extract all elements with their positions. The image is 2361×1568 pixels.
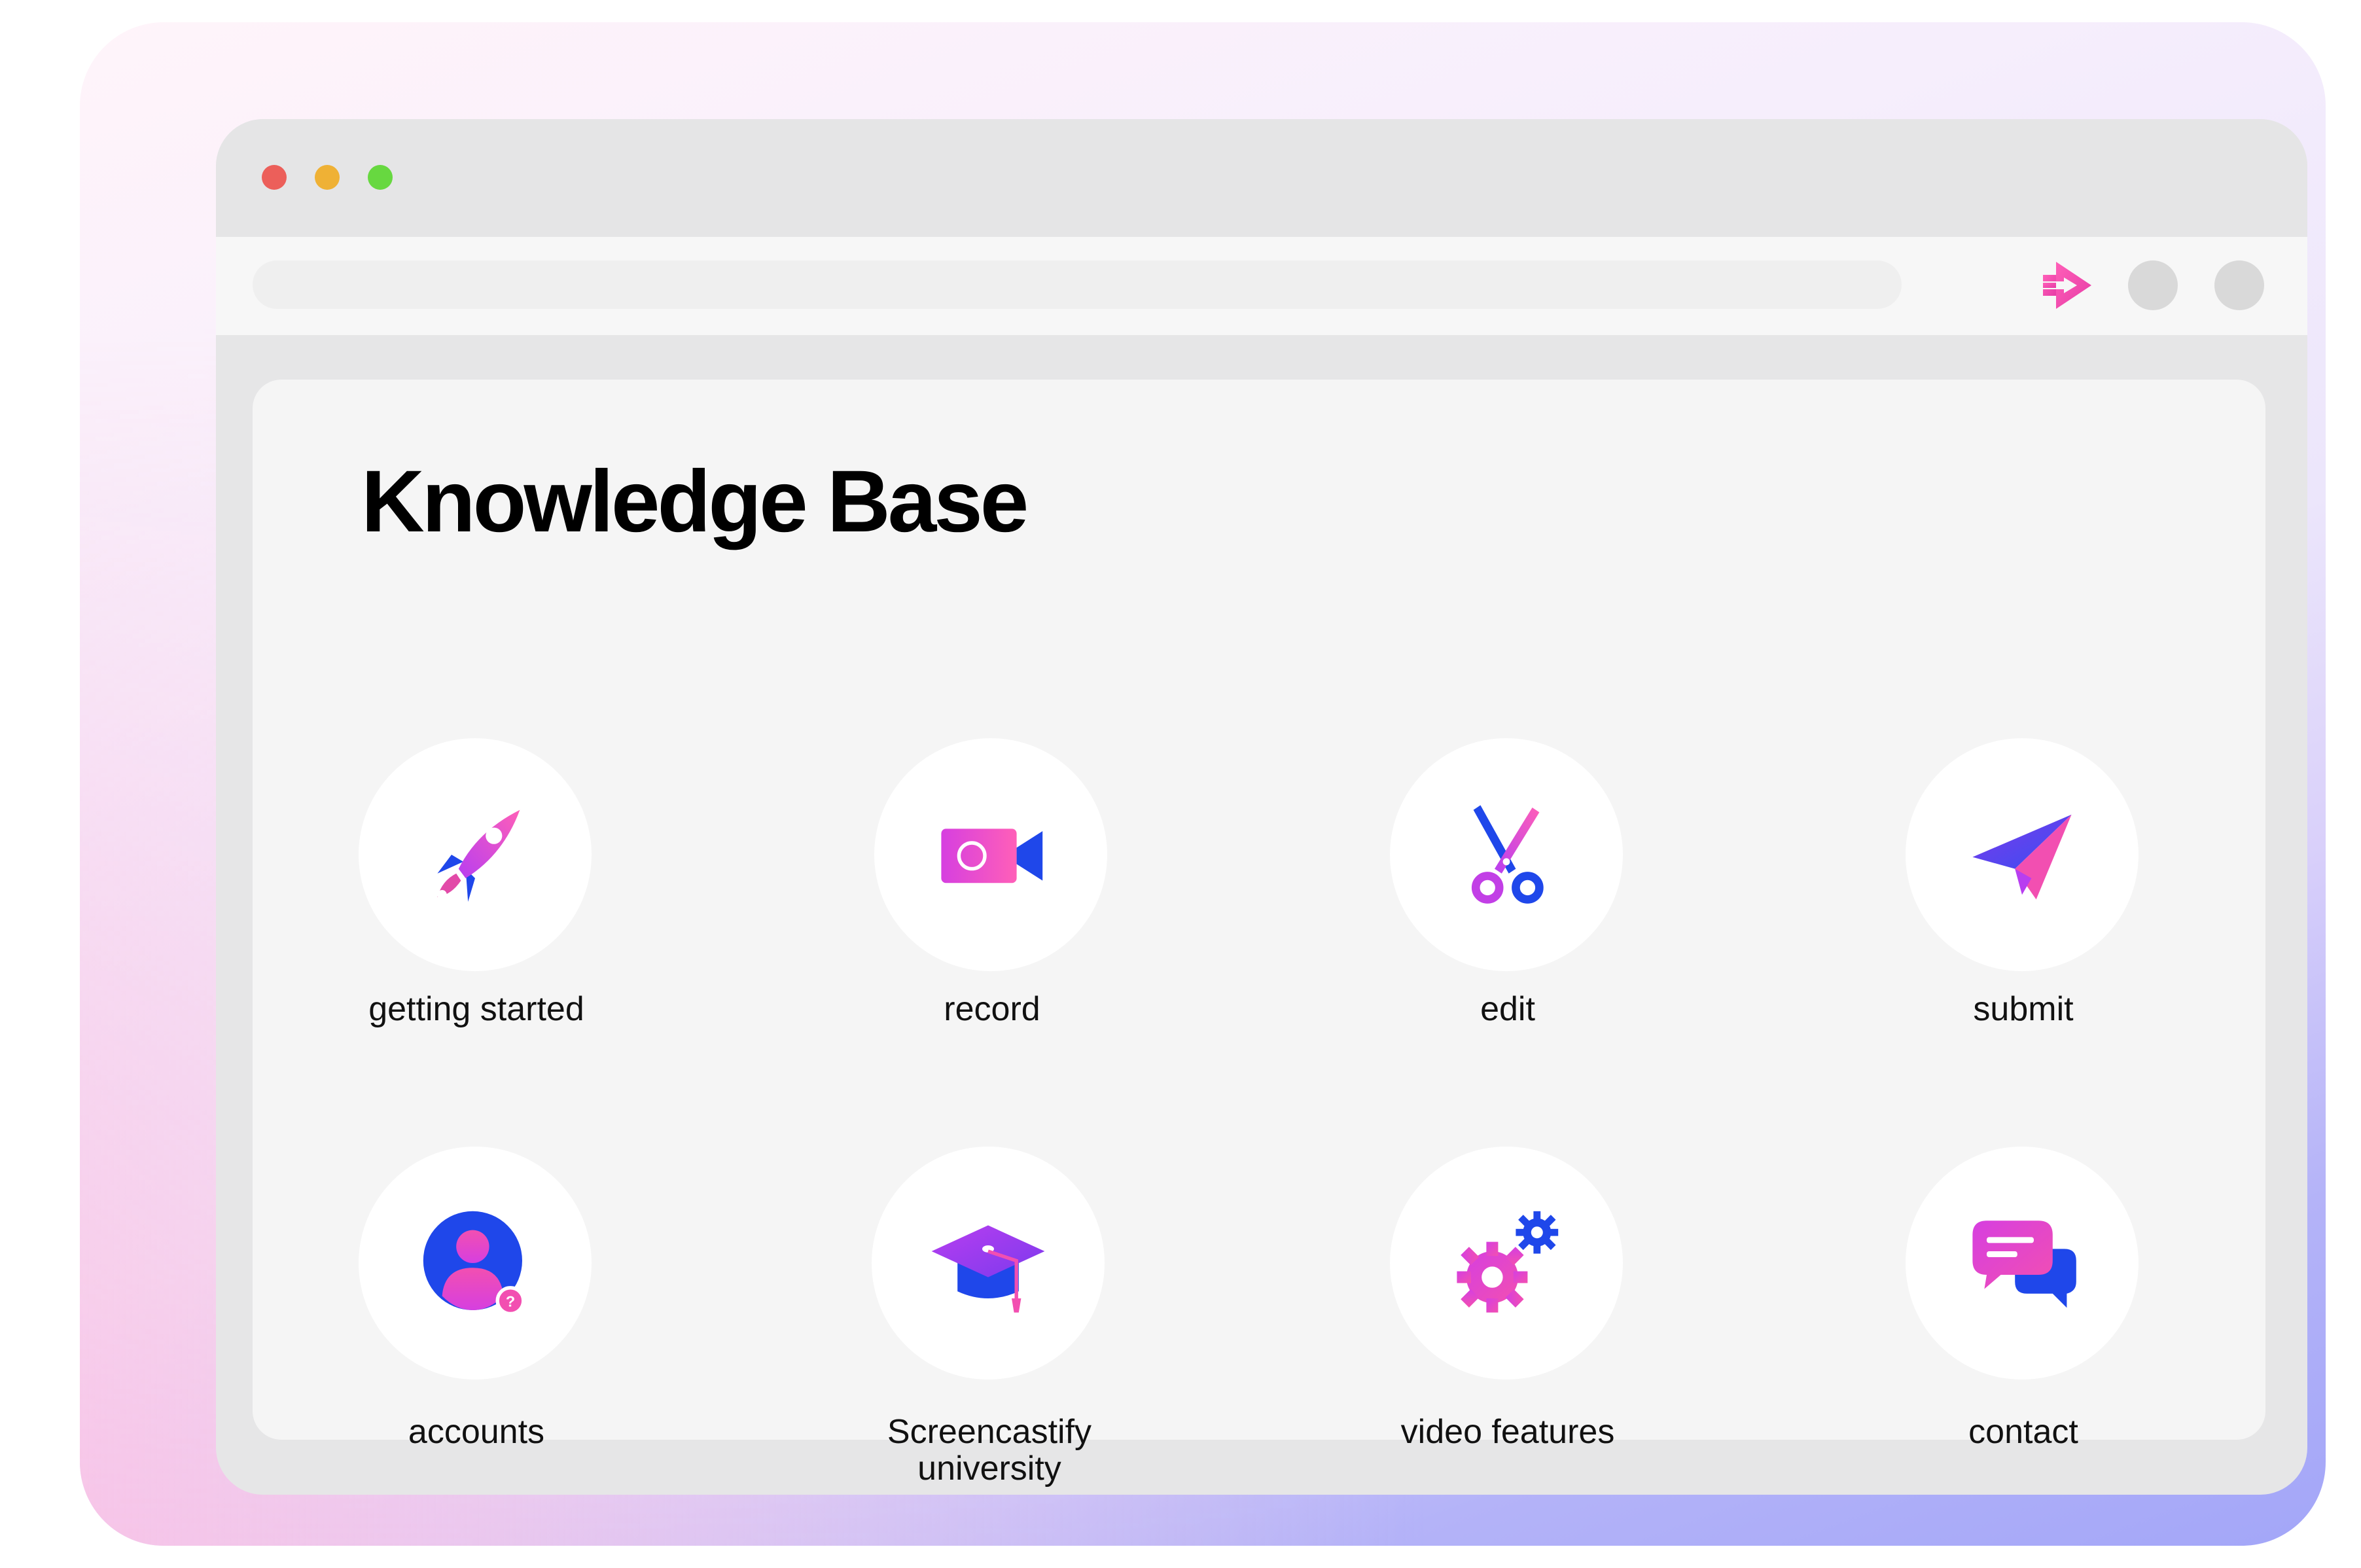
close-window-button[interactable] bbox=[262, 165, 287, 190]
category-circle[interactable]: ? bbox=[359, 1147, 592, 1380]
title-bar bbox=[216, 119, 2307, 237]
category-label: accounts bbox=[408, 1413, 545, 1451]
category-circle[interactable] bbox=[874, 738, 1107, 971]
category-label: getting started bbox=[368, 990, 584, 1028]
svg-text:?: ? bbox=[506, 1293, 515, 1310]
category-screencastify-university[interactable]: Screencastify university bbox=[872, 1147, 1107, 1487]
user-account-icon: ? bbox=[423, 1211, 525, 1316]
rocket-icon bbox=[437, 810, 520, 902]
scissors-icon bbox=[1471, 805, 1544, 904]
category-video-features[interactable]: video features bbox=[1390, 1147, 1625, 1450]
profile-button[interactable] bbox=[2128, 260, 2178, 310]
category-accounts[interactable]: ? accounts bbox=[359, 1147, 594, 1450]
browser-window: Knowledge Base getting started record ed… bbox=[216, 119, 2307, 1495]
knowledge-base-panel: Knowledge Base getting started record ed… bbox=[253, 380, 2265, 1487]
minimize-window-button[interactable] bbox=[315, 165, 340, 190]
maximize-window-button[interactable] bbox=[368, 165, 393, 190]
video-camera-icon bbox=[941, 829, 1043, 883]
graduation-cap-icon bbox=[931, 1225, 1045, 1313]
category-label: edit bbox=[1480, 990, 1535, 1028]
paper-plane-icon bbox=[1972, 814, 2072, 900]
category-label: Screencastify university bbox=[887, 1413, 1092, 1488]
background-frame: Knowledge Base getting started record ed… bbox=[80, 22, 2326, 1546]
category-label: video features bbox=[1400, 1413, 1615, 1451]
category-circle[interactable] bbox=[1906, 738, 2139, 971]
browser-toolbar bbox=[216, 237, 2307, 335]
category-circle[interactable] bbox=[1390, 738, 1623, 971]
category-submit[interactable]: submit bbox=[1906, 738, 2141, 1027]
category-label: contact bbox=[1968, 1413, 2078, 1451]
category-getting-started[interactable]: getting started bbox=[359, 738, 594, 1027]
category-circle[interactable] bbox=[359, 738, 592, 971]
category-circle[interactable] bbox=[1390, 1147, 1623, 1380]
category-record[interactable]: record bbox=[874, 738, 1110, 1027]
screencastify-logo-icon[interactable] bbox=[2042, 258, 2094, 313]
category-edit[interactable]: edit bbox=[1390, 738, 1625, 1027]
category-label: record bbox=[944, 990, 1040, 1028]
address-bar[interactable] bbox=[253, 260, 1902, 309]
chat-bubbles-icon bbox=[1972, 1221, 2076, 1308]
category-circle[interactable] bbox=[872, 1147, 1105, 1380]
category-contact[interactable]: contact bbox=[1906, 1147, 2141, 1450]
category-circle[interactable] bbox=[1906, 1147, 2139, 1380]
gears-icon bbox=[1457, 1211, 1559, 1313]
category-label: submit bbox=[1973, 990, 2074, 1028]
menu-button[interactable] bbox=[2214, 260, 2264, 310]
page-title: Knowledge Base bbox=[361, 453, 1029, 550]
